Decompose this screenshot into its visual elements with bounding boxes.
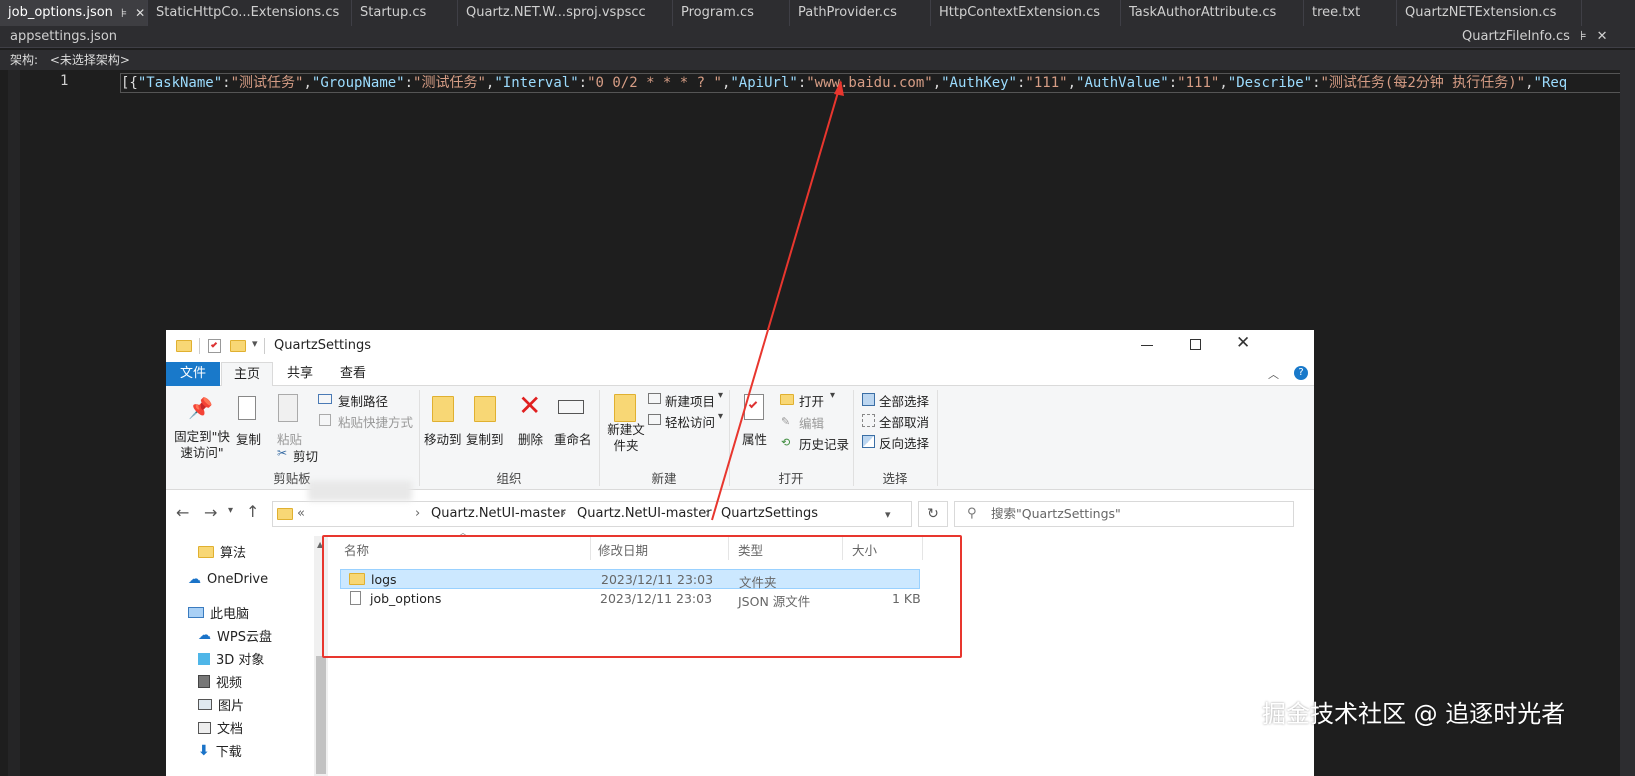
annotation-arrow-head (834, 80, 844, 96)
annotation-overlay (711, 80, 844, 521)
annotation-highlight-box (322, 535, 962, 658)
watermark: 掘金技术社区 @ 追逐时光者 (1262, 700, 1566, 728)
annotation-arrow-line (711, 81, 842, 521)
